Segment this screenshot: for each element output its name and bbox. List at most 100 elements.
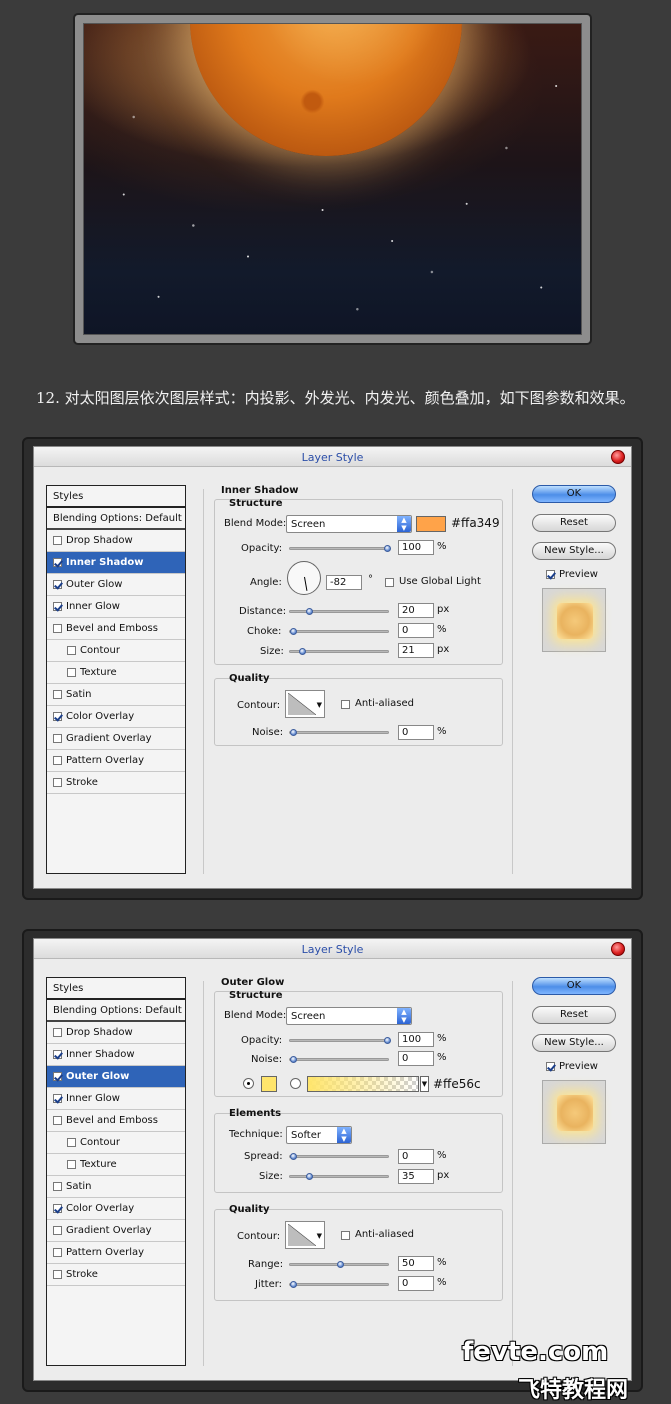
checkbox[interactable] [53,690,62,699]
contour-picker[interactable]: ▼ [285,1221,325,1249]
blend-mode-select[interactable]: Screen ▲ ▼ [286,1007,412,1025]
style-item-contour[interactable]: Contour [47,1132,185,1154]
new-style-button[interactable]: New Style... [532,542,616,560]
choke-input[interactable]: 0 [398,623,434,638]
style-item-satin[interactable]: Satin [47,684,185,706]
slider-knob[interactable] [306,1173,313,1180]
checkbox[interactable] [67,646,76,655]
opacity-slider[interactable] [289,1037,391,1044]
choke-slider[interactable] [289,628,389,635]
slider-knob[interactable] [290,729,297,736]
checkbox[interactable] [53,602,62,611]
distance-slider[interactable] [289,608,389,615]
anti-aliased-checkbox[interactable] [341,700,350,709]
slider-knob[interactable] [299,648,306,655]
noise-slider[interactable] [289,1056,389,1063]
checkbox[interactable] [53,756,62,765]
checkbox[interactable] [53,778,62,787]
size-input[interactable]: 21 [398,643,434,658]
checkbox[interactable] [67,1160,76,1169]
size-slider[interactable] [289,1173,389,1180]
technique-select[interactable]: Softer ▲ ▼ [286,1126,352,1144]
new-style-button[interactable]: New Style... [532,1034,616,1052]
style-item-texture[interactable]: Texture [47,1154,185,1176]
shadow-color-swatch[interactable] [416,516,446,532]
checkbox[interactable] [53,536,62,545]
checkbox[interactable] [53,734,62,743]
checkbox[interactable] [53,1050,62,1059]
checkbox[interactable] [53,712,62,721]
size-slider[interactable] [289,648,389,655]
slider-knob[interactable] [290,628,297,635]
angle-input[interactable]: -82 [326,575,362,590]
distance-input[interactable]: 20 [398,603,434,618]
close-button[interactable] [611,942,625,956]
blending-options-item[interactable]: Blending Options: Default [47,1000,185,1022]
style-item-inner-glow[interactable]: Inner Glow [47,1088,185,1110]
style-item-stroke[interactable]: Stroke [47,772,185,794]
preview-checkbox[interactable] [546,570,555,579]
checkbox[interactable] [53,580,62,589]
style-item-bevel-emboss[interactable]: Bevel and Emboss [47,1110,185,1132]
chevron-down-icon[interactable]: ▼ [420,1076,429,1092]
checkbox[interactable] [53,1226,62,1235]
style-item-outer-glow[interactable]: Outer Glow [47,574,185,596]
style-item-inner-shadow[interactable]: Inner Shadow [47,1044,185,1066]
noise-slider[interactable] [289,729,389,736]
solid-color-radio[interactable] [243,1078,254,1089]
style-item-contour[interactable]: Contour [47,640,185,662]
checkbox[interactable] [53,1248,62,1257]
preview-toggle[interactable]: Preview [546,1061,598,1072]
spread-slider[interactable] [289,1153,389,1160]
blend-mode-select[interactable]: Screen ▲ ▼ [286,515,412,533]
style-item-gradient-overlay[interactable]: Gradient Overlay [47,1220,185,1242]
reset-button[interactable]: Reset [532,514,616,532]
preview-toggle[interactable]: Preview [546,569,598,580]
style-item-texture[interactable]: Texture [47,662,185,684]
style-item-stroke[interactable]: Stroke [47,1264,185,1286]
checkbox[interactable] [53,624,62,633]
slider-knob[interactable] [384,1037,391,1044]
style-item-inner-shadow[interactable]: Inner Shadow [47,552,185,574]
range-input[interactable]: 50 [398,1256,434,1271]
checkbox[interactable] [53,558,62,567]
ok-button[interactable]: OK [532,485,616,503]
gradient-radio[interactable] [290,1078,301,1089]
style-item-inner-glow[interactable]: Inner Glow [47,596,185,618]
glow-color-swatch[interactable] [261,1076,277,1092]
checkbox[interactable] [53,1072,62,1081]
noise-input[interactable]: 0 [398,725,434,740]
preview-checkbox[interactable] [546,1062,555,1071]
jitter-slider[interactable] [289,1281,389,1288]
style-item-outer-glow[interactable]: Outer Glow [47,1066,185,1088]
checkbox[interactable] [53,1270,62,1279]
jitter-input[interactable]: 0 [398,1276,434,1291]
style-item-color-overlay[interactable]: Color Overlay [47,706,185,728]
slider-knob[interactable] [290,1281,297,1288]
blending-options-item[interactable]: Blending Options: Default [47,508,185,530]
checkbox[interactable] [53,1204,62,1213]
use-global-light-checkbox[interactable] [385,578,394,587]
slider-knob[interactable] [337,1261,344,1268]
angle-dial[interactable] [287,561,321,595]
noise-input[interactable]: 0 [398,1051,434,1066]
style-item-satin[interactable]: Satin [47,1176,185,1198]
opacity-input[interactable]: 100 [398,540,434,555]
anti-aliased-checkbox[interactable] [341,1231,350,1240]
slider-knob[interactable] [290,1056,297,1063]
style-item-drop-shadow[interactable]: Drop Shadow [47,1022,185,1044]
checkbox[interactable] [53,1094,62,1103]
style-item-bevel-emboss[interactable]: Bevel and Emboss [47,618,185,640]
ok-button[interactable]: OK [532,977,616,995]
style-item-gradient-overlay[interactable]: Gradient Overlay [47,728,185,750]
style-item-color-overlay[interactable]: Color Overlay [47,1198,185,1220]
slider-knob[interactable] [384,545,391,552]
opacity-slider[interactable] [289,545,391,552]
checkbox[interactable] [67,668,76,677]
checkbox[interactable] [53,1028,62,1037]
style-item-pattern-overlay[interactable]: Pattern Overlay [47,1242,185,1264]
style-item-pattern-overlay[interactable]: Pattern Overlay [47,750,185,772]
style-item-drop-shadow[interactable]: Drop Shadow [47,530,185,552]
slider-knob[interactable] [306,608,313,615]
checkbox[interactable] [53,1182,62,1191]
